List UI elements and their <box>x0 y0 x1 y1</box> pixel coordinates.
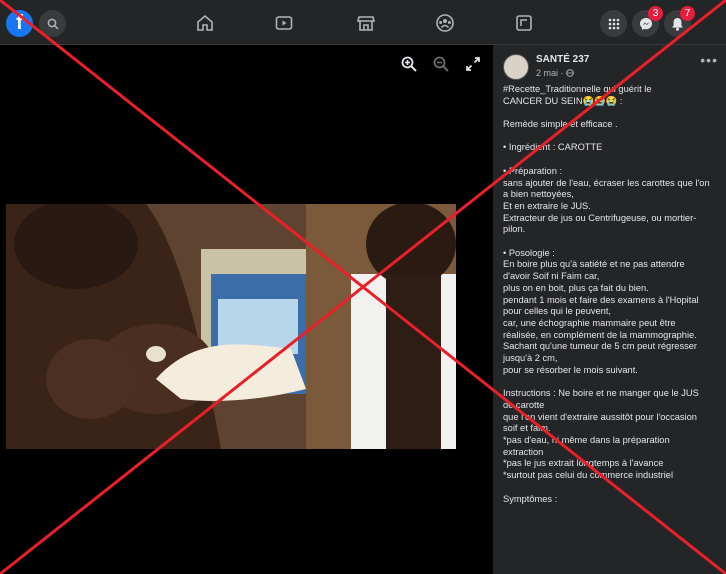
page-name[interactable]: SANTÉ 237 <box>536 54 589 65</box>
post-text-line: de carotte <box>503 399 545 410</box>
post-text-line: Et en extraire le JUS. <box>503 200 591 211</box>
home-icon[interactable] <box>195 13 215 33</box>
post-text-line: En boire plus qu'à satiété et ne pas att… <box>503 259 685 270</box>
post-text: #Recette_Traditionnelle qui guérit le CAN… <box>503 84 721 505</box>
post-text-line <box>503 107 721 119</box>
post-text-line: plus on en boit, plus ça fait du bien. <box>503 282 649 293</box>
top-navigation-bar: f 3 7 <box>0 0 726 45</box>
post-date[interactable]: 2 mai · <box>536 68 574 78</box>
post-text-line: jusqu'à 2 cm, <box>503 353 558 364</box>
post-text-line <box>503 131 721 143</box>
zoom-out-icon[interactable] <box>432 55 450 73</box>
more-options-icon[interactable]: ••• <box>700 53 718 67</box>
post-text-line: Remède simple et efficace . <box>503 119 618 130</box>
post-text-line <box>503 236 721 248</box>
post-text-line: *pas d'eau, ni même dans la préparation <box>503 435 670 446</box>
page-avatar[interactable] <box>503 54 529 80</box>
menu-button[interactable] <box>600 10 627 37</box>
facebook-logo[interactable]: f <box>6 10 33 37</box>
post-text-line <box>503 482 721 494</box>
media-viewer <box>0 45 493 574</box>
gaming-icon[interactable] <box>514 13 534 33</box>
post-text-line: *pas le jus extrait longtemps à l'avance <box>503 458 664 469</box>
post-text-line: #Recette_Traditionnelle qui guérit le <box>503 84 652 94</box>
post-text-line: pendant 1 mois et faire des examens à l'… <box>503 294 699 305</box>
post-text-line: • Ingrédient : CAROTTE <box>503 142 603 153</box>
groups-icon[interactable] <box>435 13 455 33</box>
zoom-in-icon[interactable] <box>400 55 418 73</box>
post-text-line: car, une échographie mammaire peut être <box>503 318 676 328</box>
watch-icon[interactable] <box>274 13 294 33</box>
post-text-line: • Posologie : <box>503 247 555 258</box>
post-text-line <box>503 377 721 389</box>
post-text-line: CANCER DU SEIN😭😭😭 : <box>503 95 623 106</box>
post-text-line: que l'on vient d'extraire aussitôt pour … <box>503 411 697 422</box>
post-text-line: réalisée, en complément de la mammograph… <box>503 329 697 340</box>
notifications-badge: 7 <box>680 6 695 21</box>
post-text-line: pour se résorber le mois suivant. <box>503 364 638 375</box>
menu-grid-icon <box>608 18 619 29</box>
post-text-line: a bien nettoyées, <box>503 189 574 200</box>
post-text-line: d'avoir Soif ni Faim car, <box>503 271 600 282</box>
post-details-panel: SANTÉ 237 2 mai · ••• #Recette_Tradition… <box>493 45 726 574</box>
post-text-line: pour celles qui le peuvent, <box>503 306 612 317</box>
messenger-badge: 3 <box>648 6 663 21</box>
search-button[interactable] <box>39 10 66 37</box>
post-text-line: Symptômes : <box>503 493 558 504</box>
marketplace-icon[interactable] <box>356 13 376 33</box>
globe-icon <box>566 69 574 77</box>
post-text-line: Extracteur de jus ou Centrifugeuse, ou m… <box>503 212 697 223</box>
logo-letter: f <box>16 12 23 34</box>
post-text-line: • Préparation : <box>503 165 563 176</box>
post-text-line: extraction <box>503 446 544 457</box>
post-text-line: *surtout pas celui du commerce industrie… <box>503 470 674 481</box>
post-date-text: 2 mai · <box>536 68 567 78</box>
post-text-line: soif et faim. <box>503 423 551 434</box>
post-text-line <box>503 154 721 166</box>
fullscreen-icon[interactable] <box>464 55 482 73</box>
post-text-line: pilon. <box>503 224 526 235</box>
search-icon <box>47 18 59 30</box>
post-text-line: Instructions : Ne boire et ne manger que… <box>503 388 699 399</box>
post-text-line: sans ajouter de l'eau, écraser les carot… <box>503 177 710 188</box>
post-text-line: Sachant qu'une tumeur de 5 cm peut régre… <box>503 341 698 352</box>
photo-illustration <box>6 204 456 449</box>
post-photo[interactable] <box>6 204 456 449</box>
